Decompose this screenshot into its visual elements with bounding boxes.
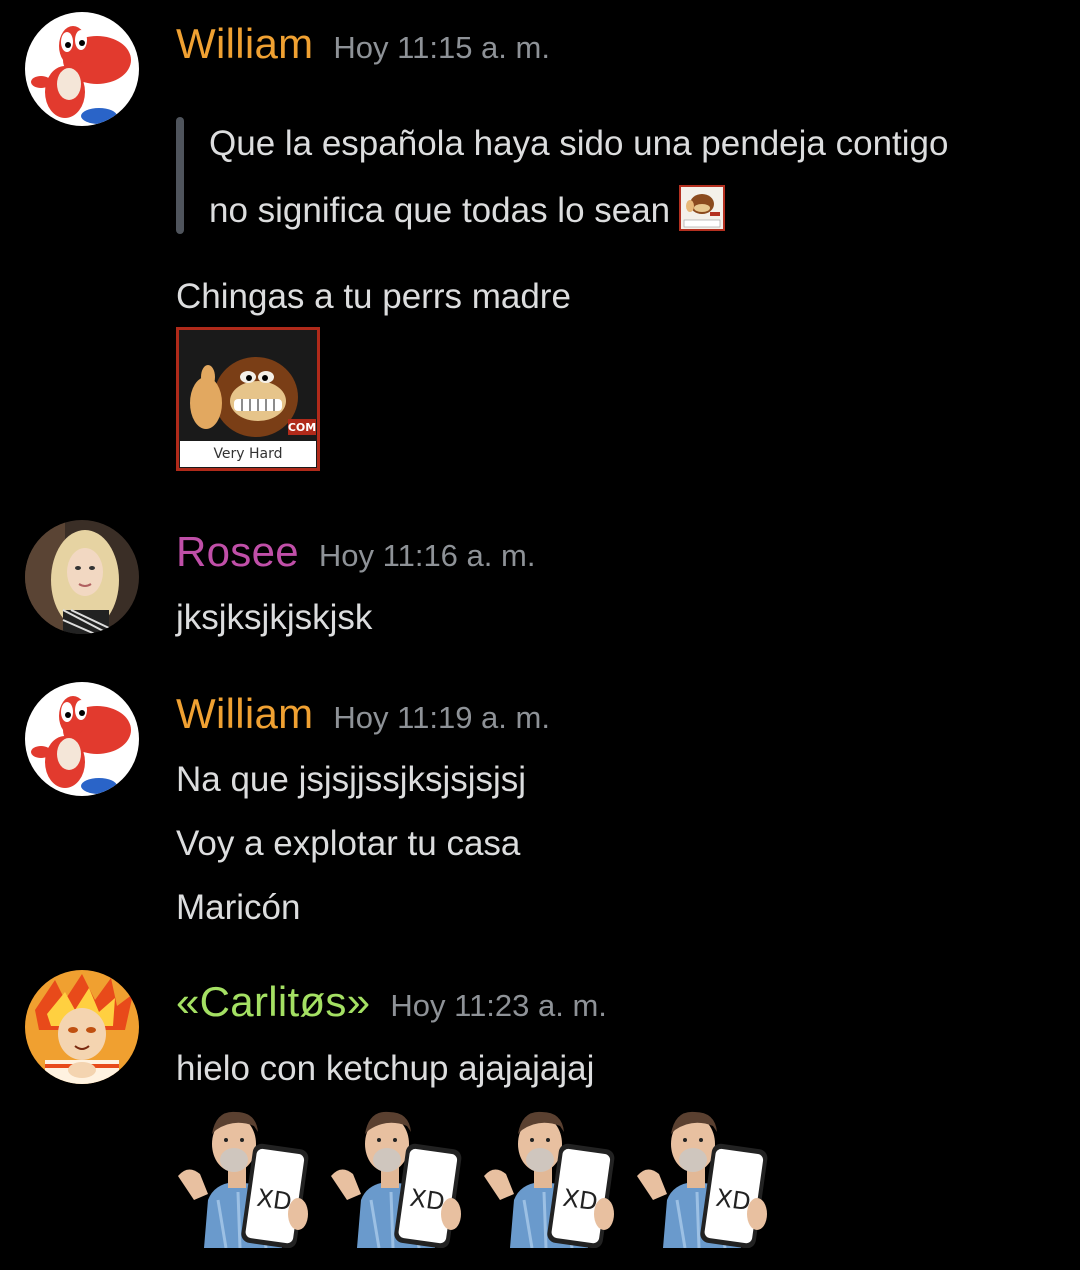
quote-line: Que la española haya sido una pendeja co…: [209, 124, 949, 163]
svg-text:COM: COM: [288, 421, 316, 434]
timestamp: Hoy 11:23 a. m.: [390, 988, 607, 1023]
message-text: jksjksjkjskjsk: [176, 598, 373, 637]
timestamp: Hoy 11:15 a. m.: [333, 30, 550, 65]
sticker-text: XD: [255, 1184, 293, 1217]
message-text: Chingas a tu perrs madre: [176, 277, 571, 316]
message-text: Na que jsjsjjssjksjsjsjsj: [176, 760, 527, 799]
anime-fire-hair-avatar[interactable]: [25, 970, 139, 1084]
man-holding-xd-phone-sticker[interactable]: XD: [327, 1104, 467, 1248]
message-header: William Hoy 11:15 a. m.: [176, 20, 550, 68]
sticker-text: XD: [714, 1184, 752, 1217]
donkey-kong-very-hard-emoji[interactable]: COM Very Hard: [176, 327, 320, 471]
blonde-woman-avatar[interactable]: [25, 520, 139, 634]
blockquote-bar: [176, 117, 184, 234]
timestamp: Hoy 11:19 a. m.: [333, 700, 550, 735]
username[interactable]: «Carlitøs»: [176, 978, 370, 1026]
red-yoshi-avatar[interactable]: [25, 12, 139, 126]
message-text: Maricón: [176, 888, 301, 927]
username[interactable]: William: [176, 20, 313, 68]
red-yoshi-avatar[interactable]: [25, 682, 139, 796]
sticker-text: XD: [408, 1184, 446, 1217]
message-text: Voy a explotar tu casa: [176, 824, 521, 863]
donkey-kong-inline-emoji[interactable]: [678, 184, 726, 232]
message-header: William Hoy 11:19 a. m.: [176, 690, 550, 738]
emoji-label: Very Hard: [213, 446, 282, 462]
quote-line: no significa que todas lo sean: [209, 184, 726, 232]
username[interactable]: Rosee: [176, 528, 299, 576]
man-holding-xd-phone-sticker[interactable]: XD: [633, 1104, 773, 1248]
message-text: hielo con ketchup ajajajajaj: [176, 1049, 595, 1088]
message-header: Rosee Hoy 11:16 a. m.: [176, 528, 535, 576]
chat-messages: William Hoy 11:15 a. m. Que la española …: [0, 0, 1080, 1270]
timestamp: Hoy 11:16 a. m.: [318, 538, 536, 573]
man-holding-xd-phone-sticker[interactable]: XD: [480, 1104, 620, 1248]
username[interactable]: William: [176, 690, 313, 738]
message-header: «Carlitøs» Hoy 11:23 a. m.: [176, 978, 607, 1026]
sticker-text: XD: [561, 1184, 599, 1217]
quote-line-text: no significa que todas lo sean: [209, 191, 671, 230]
man-holding-xd-phone-sticker[interactable]: XD: [174, 1104, 314, 1248]
